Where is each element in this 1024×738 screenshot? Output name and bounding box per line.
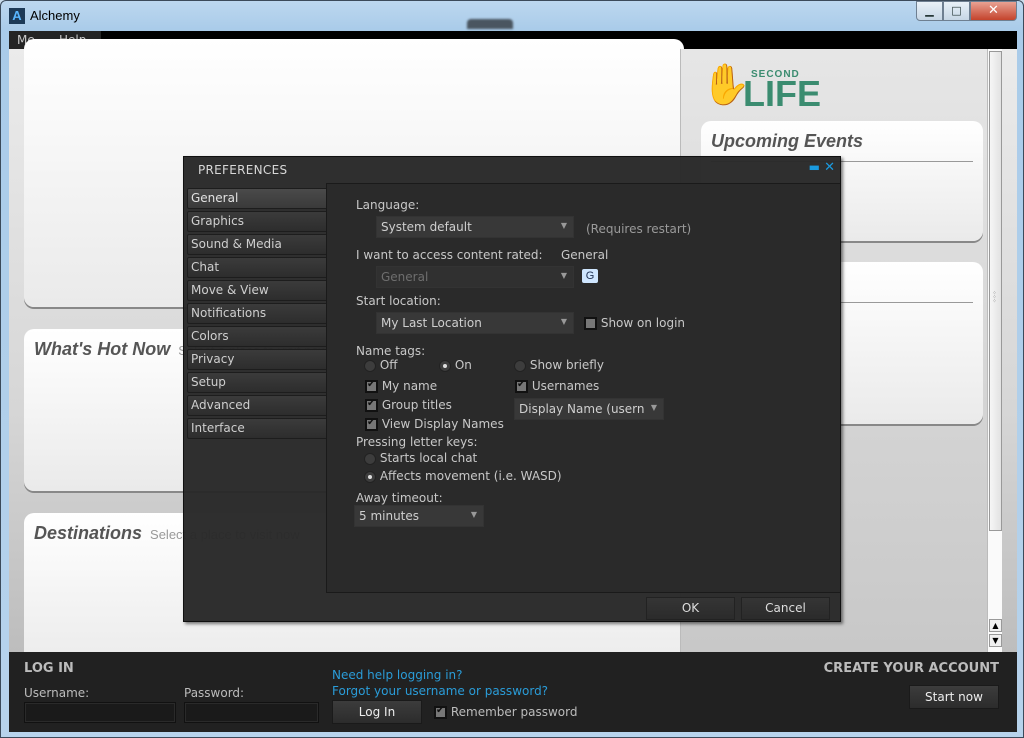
help-logging-in-link[interactable]: Need help logging in? <box>332 668 463 682</box>
preferences-dialog: PREFERENCES ▬ ✕ General Graphics Sound &… <box>183 156 841 622</box>
close-window-button[interactable]: ✕ <box>970 1 1017 21</box>
language-label: Language: <box>356 198 420 212</box>
checkbox-checked-icon[interactable] <box>365 398 378 412</box>
radio-selected-icon[interactable] <box>439 359 451 372</box>
minimize-icon: ▁ <box>925 4 934 17</box>
minimize-dialog-button[interactable]: ▬ <box>809 160 820 174</box>
tab-sound-media[interactable]: Sound & Media <box>187 234 327 255</box>
tab-privacy[interactable]: Privacy <box>187 349 327 370</box>
remember-password-label: Remember password <box>450 705 578 719</box>
title-bar-decoration <box>467 19 513 29</box>
logo-life-text: LIFE <box>743 73 821 114</box>
ok-button[interactable]: OK <box>646 597 735 620</box>
arrow-down-icon: ▼ <box>992 636 999 645</box>
tab-colors[interactable]: Colors <box>187 326 327 347</box>
affects-movement-radio[interactable]: Affects movement (i.e. WASD) <box>364 469 562 483</box>
scroll-up-button[interactable]: ▲ <box>989 619 1002 632</box>
tab-move-view[interactable]: Move & View <box>187 280 327 301</box>
checkbox-checked-icon[interactable] <box>365 417 378 431</box>
tab-chat[interactable]: Chat <box>187 257 327 278</box>
away-timeout-dropdown[interactable]: 5 minutes ▼ <box>354 505 484 527</box>
preferences-title: PREFERENCES <box>198 163 288 177</box>
dropdown-arrow-icon: ▼ <box>560 271 567 280</box>
vertical-scrollbar[interactable]: ⁘ ⁘ ⁘ ▲ ▼ <box>987 49 1002 652</box>
close-icon: ✕ <box>988 3 999 18</box>
radio-selected-icon[interactable] <box>364 470 376 483</box>
language-dropdown[interactable]: System default ▼ <box>376 216 574 238</box>
dropdown-arrow-icon: ▼ <box>470 510 477 519</box>
dropdown-arrow-icon: ▼ <box>560 317 567 326</box>
group-titles-checkbox[interactable]: Group titles <box>365 398 452 412</box>
close-dialog-button[interactable]: ✕ <box>824 160 835 175</box>
show-on-login-checkbox[interactable]: Show on login <box>584 316 685 330</box>
usernames-checkbox[interactable]: Usernames <box>515 379 599 393</box>
remember-password-checkbox[interactable]: Remember password <box>434 705 578 719</box>
log-in-button[interactable]: Log In <box>332 700 422 724</box>
general-rating-icon: G <box>582 269 598 283</box>
login-bar: LOG IN Username: Password: Need help log… <box>9 652 1017 732</box>
tab-setup[interactable]: Setup <box>187 372 327 393</box>
second-life-logo: ✋ SECOND LIFE <box>701 61 821 114</box>
name-tags-label: Name tags: <box>356 344 426 358</box>
checkbox-unchecked-icon[interactable] <box>584 317 597 330</box>
radio-off-icon[interactable] <box>364 452 376 465</box>
upcoming-events-title: Upcoming Events <box>711 131 864 151</box>
tab-general[interactable]: General <box>187 188 327 209</box>
username-input[interactable] <box>24 702 176 723</box>
content-rating-value: General <box>561 248 609 262</box>
start-location-label: Start location: <box>356 294 441 308</box>
maximize-icon: □ <box>951 4 962 17</box>
forgot-credentials-link[interactable]: Forgot your username or password? <box>332 684 548 698</box>
radio-off-icon[interactable] <box>364 359 376 372</box>
tab-notifications[interactable]: Notifications <box>187 303 327 324</box>
title-bar: A Alchemy ▁ □ ✕ <box>1 1 1024 31</box>
dropdown-arrow-icon: ▼ <box>650 403 657 412</box>
display-name-format-dropdown[interactable]: Display Name (usern ▼ <box>514 398 664 420</box>
tab-advanced[interactable]: Advanced <box>187 395 327 416</box>
grip-icon: ⁘ ⁘ ⁘ <box>992 290 998 305</box>
dropdown-arrow-icon: ▼ <box>560 221 567 230</box>
tab-interface[interactable]: Interface <box>187 418 327 439</box>
checkbox-checked-icon[interactable] <box>365 379 378 393</box>
password-label: Password: <box>184 686 245 700</box>
minimize-window-button[interactable]: ▁ <box>916 1 943 21</box>
password-input[interactable] <box>184 702 319 723</box>
login-title: LOG IN <box>24 661 74 676</box>
window-title: Alchemy <box>30 8 80 23</box>
starts-local-chat-radio[interactable]: Starts local chat <box>364 451 477 465</box>
username-label: Username: <box>24 686 90 700</box>
view-display-names-checkbox[interactable]: View Display Names <box>365 417 504 431</box>
scroll-down-button[interactable]: ▼ <box>989 634 1002 647</box>
tab-graphics[interactable]: Graphics <box>187 211 327 232</box>
name-tags-show-briefly-radio[interactable]: Show briefly <box>514 358 604 372</box>
radio-off-icon[interactable] <box>514 359 526 372</box>
content-rating-dropdown[interactable]: General ▼ <box>376 266 574 288</box>
general-tab-panel: Language: System default ▼ (Requires rest… <box>326 183 840 593</box>
requires-restart-note: (Requires restart) <box>586 222 692 236</box>
content-rating-label: I want to access content rated: <box>356 248 543 262</box>
preferences-tabs: General Graphics Sound & Media Chat Move… <box>187 188 327 441</box>
checkbox-checked-icon[interactable] <box>515 379 528 393</box>
cancel-button[interactable]: Cancel <box>741 597 830 620</box>
arrow-up-icon: ▲ <box>992 621 999 630</box>
name-tags-off-radio[interactable]: Off <box>364 358 398 372</box>
start-now-button[interactable]: Start now <box>909 685 999 709</box>
maximize-window-button[interactable]: □ <box>943 1 970 21</box>
scrollbar-thumb[interactable]: ⁘ ⁘ ⁘ <box>989 51 1002 531</box>
away-timeout-label: Away timeout: <box>356 491 443 505</box>
my-name-checkbox[interactable]: My name <box>365 379 437 393</box>
start-location-dropdown[interactable]: My Last Location ▼ <box>376 312 574 334</box>
create-account-title: CREATE YOUR ACCOUNT <box>823 661 999 676</box>
alchemy-app-icon: A <box>9 8 25 24</box>
pressing-keys-label: Pressing letter keys: <box>356 435 478 449</box>
name-tags-on-radio[interactable]: On <box>439 358 472 372</box>
checkbox-checked-icon[interactable] <box>434 705 447 719</box>
